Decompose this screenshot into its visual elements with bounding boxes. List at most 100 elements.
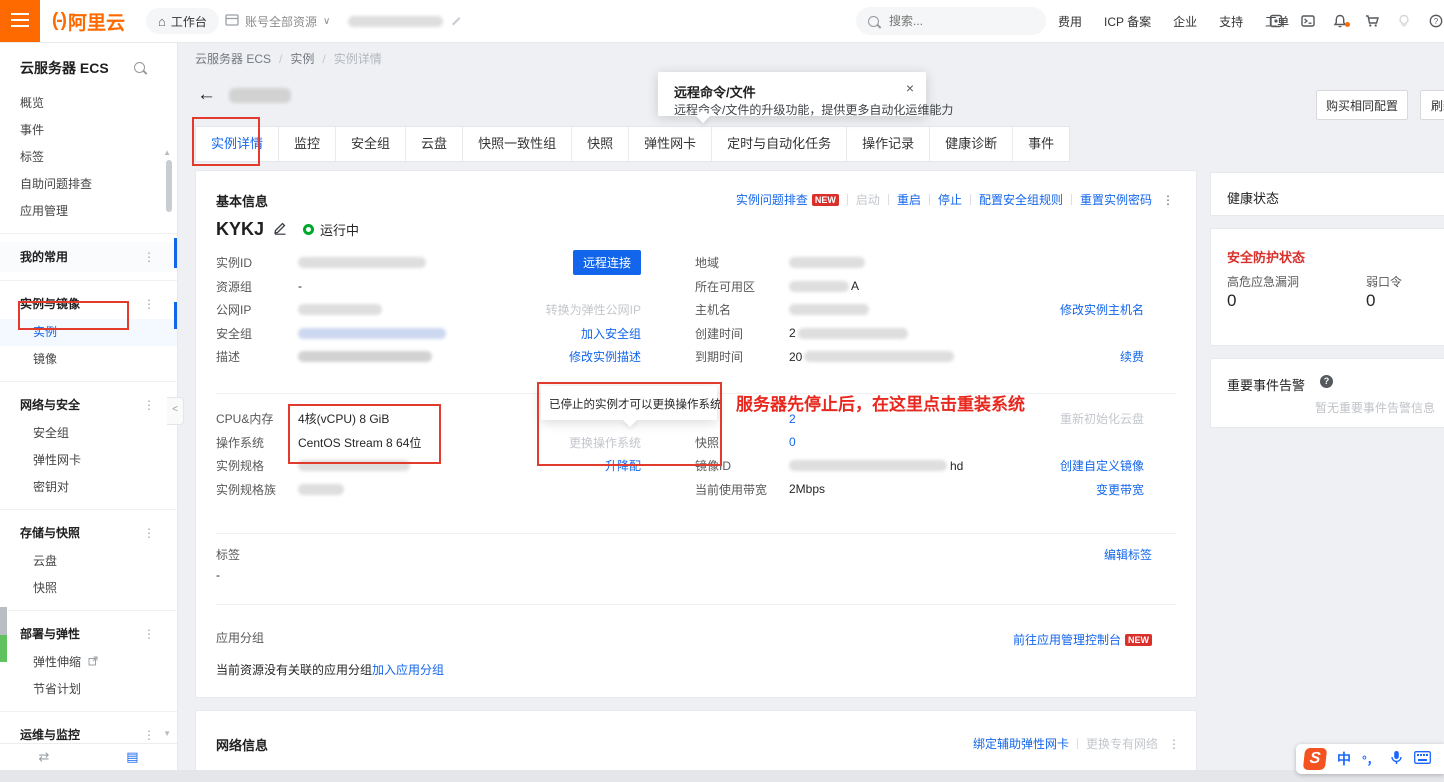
create-custom-image-link[interactable]: 创建自定义镜像 [1060, 457, 1144, 474]
close-icon[interactable]: × [906, 80, 914, 96]
notification-dot [1345, 22, 1350, 27]
topbar-menu-enterprise[interactable]: 企业 [1173, 13, 1197, 30]
topbar-menu-icp[interactable]: ICP 备案 [1104, 13, 1151, 30]
tab-events[interactable]: 事件 [1013, 127, 1069, 161]
more-actions-icon[interactable]: ⋮ [1162, 193, 1174, 207]
cart-icon[interactable] [1364, 13, 1380, 29]
sidebar-item-tags[interactable]: 标签 [0, 144, 177, 171]
edit-pencil-icon[interactable] [450, 14, 462, 29]
app-center-icon[interactable] [1268, 13, 1284, 29]
more-icon[interactable]: ⋮ [143, 289, 155, 319]
remote-connect-button[interactable]: 远程连接 [573, 250, 641, 275]
tab-scheduled-tasks[interactable]: 定时与自动化任务 [712, 127, 847, 161]
refresh-button[interactable]: 刷新 [1420, 90, 1444, 120]
sidebar-item-instance[interactable]: 实例 [0, 319, 177, 346]
bind-eni-link[interactable]: 绑定辅助弹性网卡 [973, 735, 1069, 752]
swap-icon[interactable]: ⇄ [38, 749, 49, 765]
help-icon[interactable]: ? [1428, 13, 1444, 29]
help-circle-icon[interactable]: ? [1320, 375, 1333, 388]
tab-instance-detail[interactable]: 实例详情 [196, 127, 279, 161]
sidebar-item-disk[interactable]: 云盘 [0, 548, 177, 575]
lightbulb-icon[interactable] [1396, 13, 1412, 29]
microphone-icon[interactable] [1390, 750, 1403, 768]
sidebar-item-auto-scaling[interactable]: 弹性伸缩 [0, 649, 177, 676]
instance-indicator [174, 302, 177, 329]
sidebar-item-eni[interactable]: 弹性网卡 [0, 447, 177, 474]
reset-password-link[interactable]: 重置实例密码 [1080, 191, 1152, 208]
stop-instance-link[interactable]: 停止 [938, 191, 962, 208]
sogou-logo-icon[interactable]: S [1303, 748, 1327, 770]
topbar-menu-support[interactable]: 支持 [1219, 13, 1243, 30]
ime-punctuation-toggle[interactable]: °， [1362, 751, 1379, 768]
tab-snapshot[interactable]: 快照 [572, 127, 629, 161]
modify-hostname-link[interactable]: 修改实例主机名 [1060, 301, 1144, 318]
tab-health-diagnosis[interactable]: 健康诊断 [930, 127, 1013, 161]
modify-description-link[interactable]: 修改实例描述 [569, 348, 641, 365]
search-input[interactable] [887, 13, 1021, 29]
breadcrumb-root[interactable]: 云服务器 ECS [195, 50, 271, 67]
sidebar-item-snapshot[interactable]: 快照 [0, 575, 177, 602]
notification-bell-icon[interactable] [1332, 13, 1348, 29]
sidebar-section-storage[interactable]: 存储与快照⋮ [0, 518, 177, 548]
more-icon[interactable]: ⋮ [143, 242, 155, 272]
product-menu-button[interactable] [0, 0, 40, 42]
dock-panel-icon[interactable]: ▤ [126, 749, 138, 765]
tab-snapshot-group[interactable]: 快照一致性组 [463, 127, 572, 161]
tab-eni[interactable]: 弹性网卡 [629, 127, 712, 161]
sidebar-item-troubleshoot[interactable]: 自助问题排查 [0, 171, 177, 198]
sidebar-item-security-group[interactable]: 安全组 [0, 420, 177, 447]
configure-sg-rules-link[interactable]: 配置安全组规则 [979, 191, 1063, 208]
sidebar-collapse-handle[interactable]: < [167, 397, 184, 425]
resource-group-value: - [298, 279, 302, 293]
aliyun-logo[interactable]: (-) 阿里云 [52, 0, 125, 42]
sidebar-section-deploy[interactable]: 部署与弹性⋮ [0, 619, 177, 649]
weak-password-value[interactable]: 0 [1366, 291, 1375, 311]
refresh-label: 刷新 [1431, 97, 1444, 114]
change-bandwidth-link[interactable]: 变更带宽 [1096, 481, 1144, 498]
topbar-menu-fee[interactable]: 费用 [1058, 13, 1082, 30]
edit-name-icon[interactable] [273, 221, 287, 238]
tab-operation-log[interactable]: 操作记录 [847, 127, 930, 161]
more-icon[interactable]: ⋮ [143, 619, 155, 649]
running-status-label: 运行中 [320, 220, 359, 239]
join-app-group-link[interactable]: 加入应用分组 [372, 661, 444, 678]
instance-diagnose-link[interactable]: 实例问题排查 [736, 191, 808, 208]
keyboard-icon[interactable] [1414, 751, 1431, 767]
breadcrumb-separator: / [322, 52, 325, 66]
account-scope-dropdown[interactable]: 账号全部资源 ∨ [224, 0, 330, 42]
breadcrumb-parent[interactable]: 实例 [290, 50, 314, 67]
tab-disk[interactable]: 云盘 [406, 127, 463, 161]
sidebar-item-keypair[interactable]: 密钥对 [0, 474, 177, 501]
sidebar-item-events[interactable]: 事件 [0, 117, 177, 144]
app-console-link[interactable]: 前往应用管理控制台 [1013, 631, 1121, 648]
snapshot-count-value[interactable]: 0 [789, 435, 796, 449]
scroll-up-icon[interactable]: ▲ [163, 148, 171, 157]
sidebar-section-favorites[interactable]: 我的常用⋮ [0, 242, 177, 272]
sidebar-item-savings-plan[interactable]: 节省计划 [0, 676, 177, 703]
edit-tags-link[interactable]: 编辑标签 [1104, 546, 1152, 563]
sidebar-item-overview[interactable]: 概览 [0, 90, 177, 117]
scroll-down-icon[interactable]: ▼ [163, 729, 171, 738]
sidebar-section-network[interactable]: 网络与安全⋮ [0, 390, 177, 420]
more-icon[interactable]: ⋮ [143, 390, 155, 420]
back-arrow-icon[interactable]: ← [197, 84, 216, 106]
cloudshell-icon[interactable] [1300, 13, 1316, 29]
sidebar-item-image[interactable]: 镜像 [0, 346, 177, 373]
workspace-button[interactable]: ⌂ 工作台 [146, 8, 219, 34]
upgrade-downgrade-link[interactable]: 升降配 [605, 457, 641, 474]
sidebar-item-app-mgmt[interactable]: 应用管理 [0, 198, 177, 225]
tab-monitoring[interactable]: 监控 [279, 127, 336, 161]
join-security-group-link[interactable]: 加入安全组 [581, 325, 641, 342]
sidebar-scrollbar-thumb[interactable] [166, 160, 172, 212]
row-hostname: 主机名 修改实例主机名 [695, 298, 1144, 322]
vuln-value[interactable]: 0 [1227, 291, 1236, 311]
renew-link[interactable]: 续费 [1120, 348, 1144, 365]
reboot-instance-link[interactable]: 重启 [897, 191, 921, 208]
sidebar-section-instance-image[interactable]: 实例与镜像⋮ [0, 289, 177, 319]
sidebar-search-icon[interactable] [134, 62, 145, 73]
tab-security-group[interactable]: 安全组 [336, 127, 406, 161]
ime-mode-toggle[interactable]: 中 [1337, 749, 1351, 769]
more-icon[interactable]: ⋮ [143, 518, 155, 548]
more-actions-icon[interactable]: ⋮ [1168, 737, 1180, 751]
buy-same-config-button[interactable]: 购买相同配置 [1316, 90, 1408, 120]
